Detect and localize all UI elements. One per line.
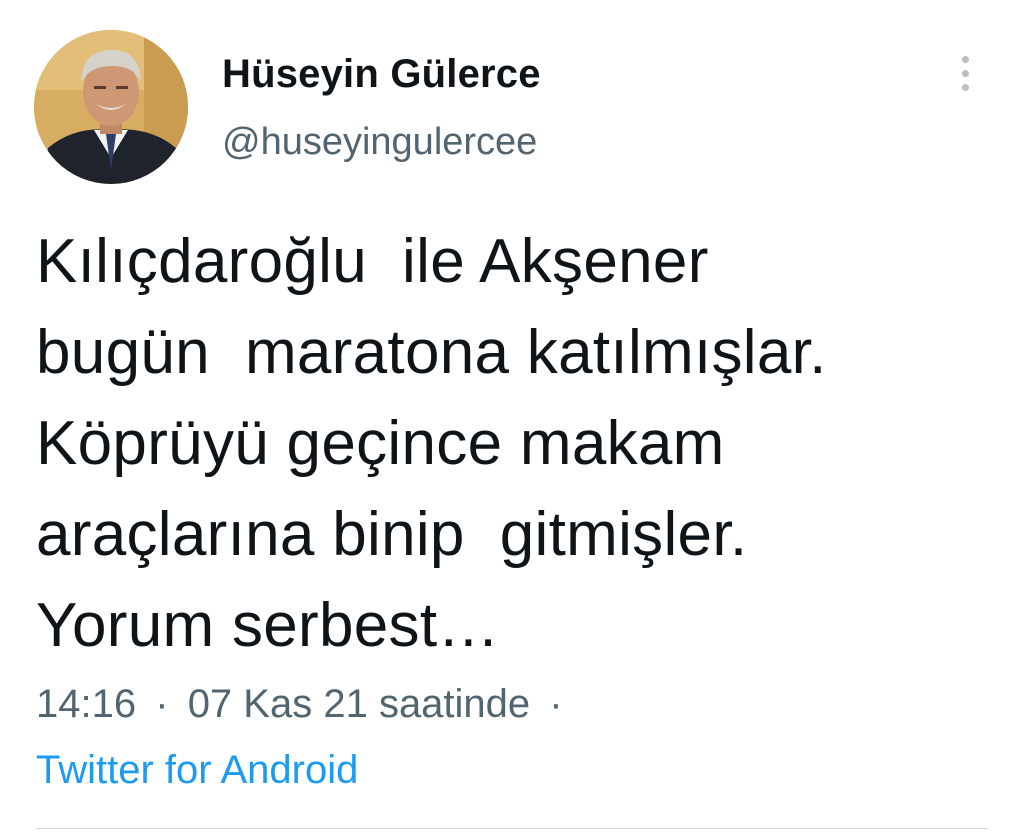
more-dot	[962, 70, 969, 77]
tweet-date[interactable]: 07 Kas 21 saatinde	[188, 682, 530, 726]
tweet-time[interactable]: 14:16	[36, 682, 136, 726]
more-vertical-icon[interactable]	[954, 54, 978, 94]
divider	[36, 828, 988, 829]
handle[interactable]: @huseyingulercee	[222, 120, 904, 164]
tweet: Hüseyin Gülerce @huseyingulercee Kılıçda…	[0, 0, 1024, 834]
avatar-image	[34, 30, 188, 184]
avatar[interactable]	[34, 30, 188, 184]
meta-separator: ·	[155, 682, 169, 726]
tweet-text: Kılıçdaroğlu ile Akşener bugün maratona …	[36, 227, 827, 660]
tweet-source-link[interactable]: Twitter for Android	[36, 742, 358, 798]
display-name[interactable]: Hüseyin Gülerce	[222, 50, 904, 98]
more-dot	[962, 56, 969, 63]
meta-separator: ·	[549, 682, 563, 726]
author-block: Hüseyin Gülerce @huseyingulercee	[222, 50, 904, 164]
tweet-meta: 14:16 · 07 Kas 21 saatinde ·	[36, 676, 571, 732]
more-dot	[962, 84, 969, 91]
